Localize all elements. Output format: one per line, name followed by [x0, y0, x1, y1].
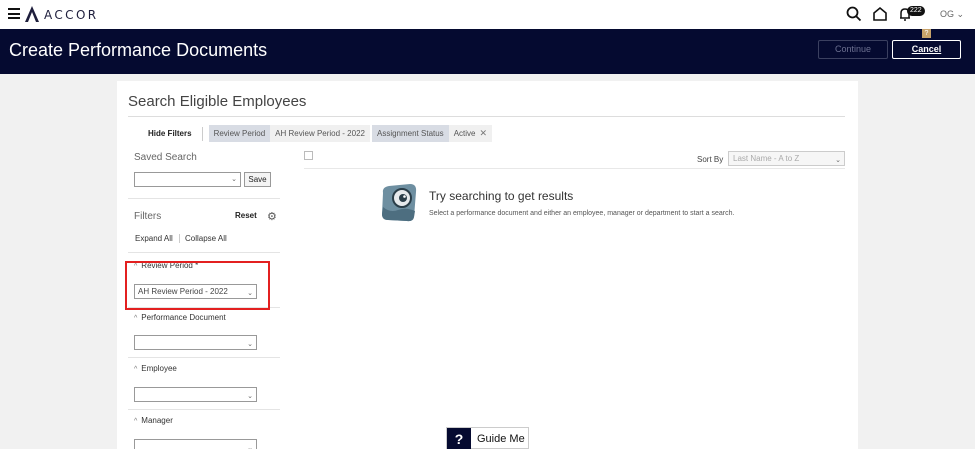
- chevron-up-icon: ^: [134, 418, 138, 425]
- save-button[interactable]: Save: [244, 172, 271, 187]
- chip-review-period-value: AH Review Period - 2022: [270, 125, 370, 142]
- hide-filters-link[interactable]: Hide Filters: [148, 129, 192, 138]
- filter-group-manager[interactable]: ^ Manager: [134, 416, 173, 425]
- review-period-highlight: [125, 261, 270, 310]
- home-icon[interactable]: [872, 6, 888, 22]
- chevron-down-icon: ⌄: [231, 176, 237, 183]
- user-menu[interactable]: OG ⌄: [940, 9, 964, 20]
- saved-search-select[interactable]: ⌄: [134, 172, 241, 187]
- chevron-down-icon: ⌄: [835, 157, 841, 164]
- section-title: Search Eligible Employees: [128, 93, 307, 110]
- filter-group-employee[interactable]: ^ Employee: [134, 364, 177, 373]
- employee-select[interactable]: ⌄: [134, 387, 257, 402]
- select-all-checkbox[interactable]: [304, 151, 313, 160]
- empty-state-subtitle: Select a performance document and either…: [429, 210, 735, 217]
- notification-badge: 222: [907, 6, 925, 16]
- chip-assignment-status-text: Active: [453, 129, 476, 138]
- gear-icon[interactable]: ⚙: [267, 210, 277, 223]
- guide-me-label: Guide Me: [477, 433, 525, 445]
- user-initials: OG: [940, 9, 955, 19]
- divider: [128, 409, 280, 410]
- chevron-up-icon: ^: [134, 366, 138, 373]
- divider: [201, 126, 203, 141]
- sort-by-label: Sort By: [697, 155, 724, 164]
- divider: [128, 252, 280, 253]
- divider: [128, 198, 280, 199]
- divider: [128, 116, 845, 117]
- filter-group-performance-document[interactable]: ^ Performance Document: [134, 313, 226, 322]
- sort-value: Last Name - A to Z: [733, 154, 800, 163]
- reset-link[interactable]: Reset: [235, 211, 257, 220]
- applied-filters-bar: Hide Filters Review Period AH Review Per…: [148, 125, 494, 142]
- guide-me-button[interactable]: ? Guide Me: [446, 427, 529, 449]
- sort-select[interactable]: Last Name - A to Z ⌄: [728, 151, 845, 166]
- page-title: Create Performance Documents: [9, 40, 268, 60]
- question-icon: ?: [447, 428, 471, 449]
- empty-state-title: Try searching to get results: [429, 189, 574, 203]
- chevron-down-icon: ⌄: [247, 445, 253, 449]
- continue-button[interactable]: Continue: [818, 40, 888, 59]
- manager-select[interactable]: ⌄: [134, 439, 257, 449]
- chevron-down-icon: ⌄: [956, 9, 965, 19]
- filter-group-title: Manager: [141, 416, 173, 425]
- accor-logo-icon[interactable]: [24, 5, 40, 23]
- chip-assignment-status-value: Active ✕: [448, 125, 493, 142]
- top-header: ACCOR 222 OG ⌄: [0, 0, 975, 29]
- brand-name[interactable]: ACCOR: [44, 8, 99, 22]
- chevron-up-icon: ^: [134, 315, 138, 322]
- filter-group-title: Performance Document: [141, 313, 226, 322]
- expand-all-link[interactable]: Expand All: [135, 234, 173, 243]
- chevron-down-icon: ⌄: [247, 341, 253, 348]
- page-title-bar: Create Performance Documents ? Continue …: [0, 29, 975, 74]
- collapse-all-link[interactable]: Collapse All: [179, 234, 227, 243]
- divider: [128, 357, 280, 358]
- performance-document-select[interactable]: ⌄: [134, 335, 257, 350]
- saved-search-label: Saved Search: [134, 152, 197, 163]
- help-marker[interactable]: ?: [922, 29, 931, 38]
- search-icon[interactable]: [846, 6, 862, 22]
- filter-group-title: Employee: [141, 364, 177, 373]
- binoculars-illustration-icon: [382, 184, 417, 222]
- results-toolbar: Sort By Last Name - A to Z ⌄: [304, 148, 845, 169]
- chevron-down-icon: ⌄: [247, 393, 253, 400]
- filters-label: Filters: [134, 211, 162, 222]
- close-icon[interactable]: ✕: [479, 128, 487, 138]
- chip-review-period-label: Review Period: [208, 125, 271, 142]
- chip-assignment-status-label: Assignment Status: [371, 125, 449, 142]
- menu-icon[interactable]: [8, 8, 20, 19]
- cancel-button[interactable]: Cancel: [892, 40, 961, 59]
